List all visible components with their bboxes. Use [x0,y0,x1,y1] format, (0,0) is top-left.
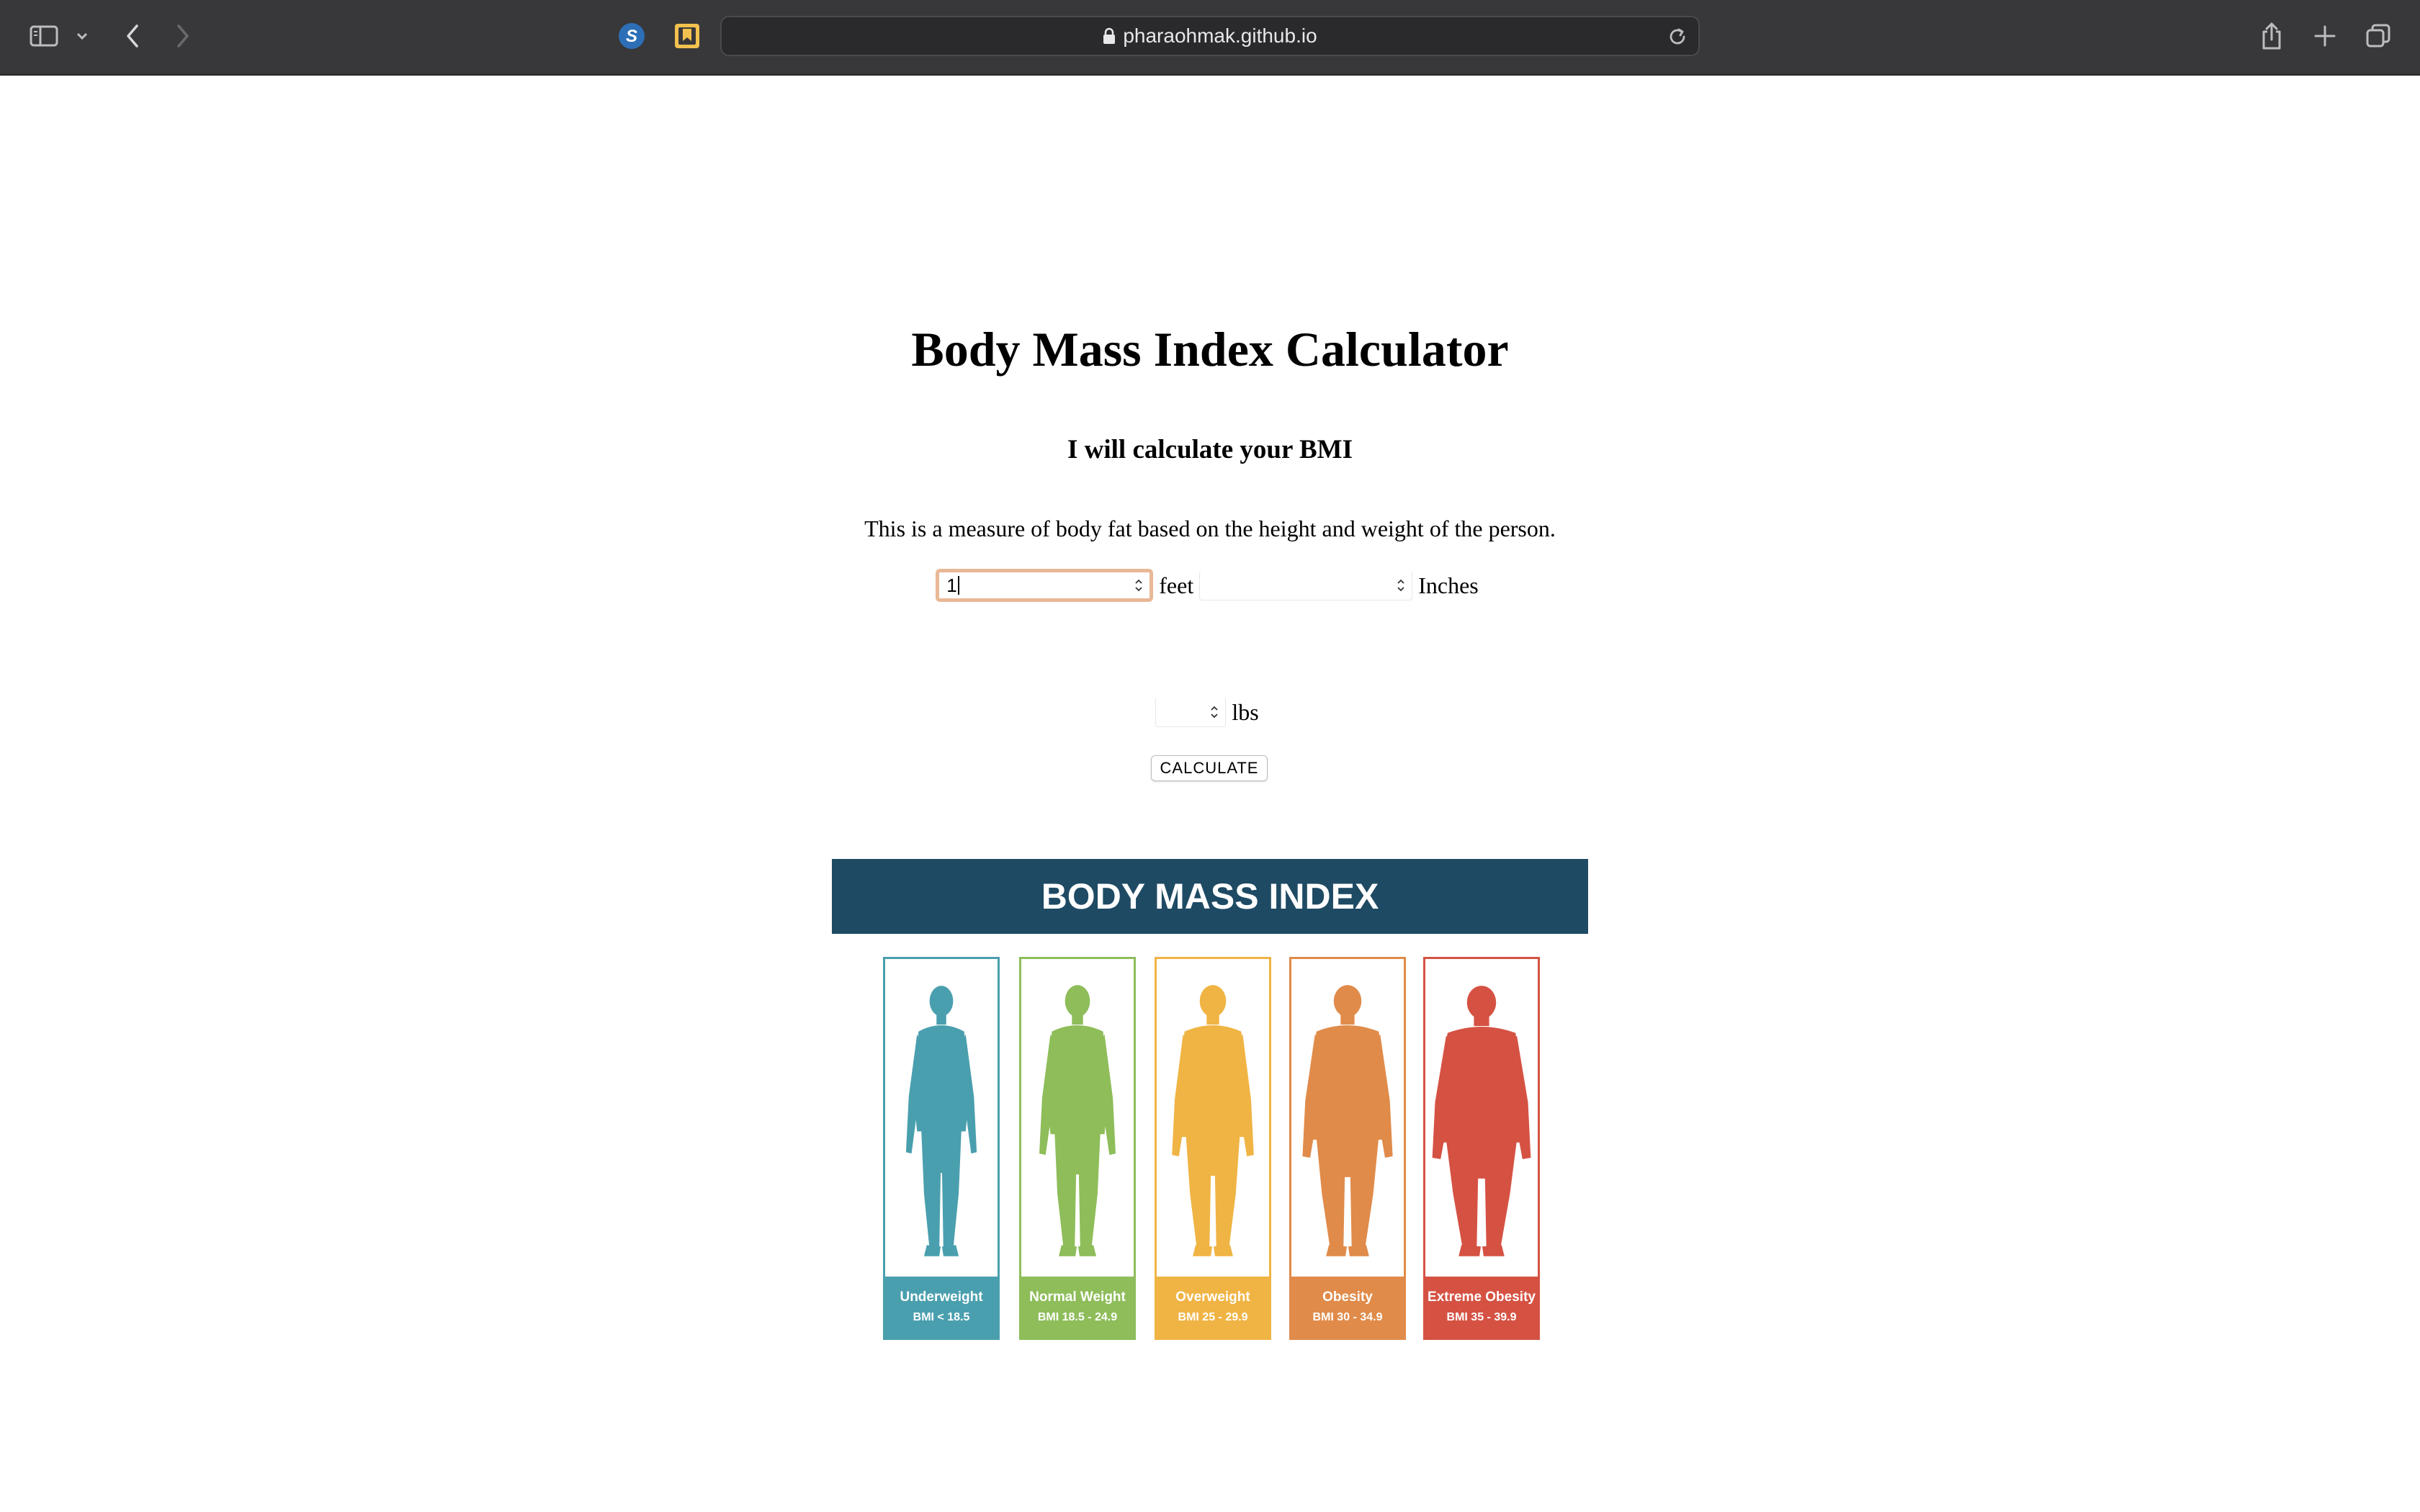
bmi-category-range: BMI 35 - 39.9 [1446,1311,1517,1323]
height-row: 1 feet Inches [0,565,2420,606]
extension-s-icon[interactable]: S [617,22,646,50]
bmi-card-normal-weight: Normal Weight BMI 18.5 - 24.9 [1019,957,1136,1340]
weight-row: lbs [0,695,2420,729]
bmi-card-underweight: Underweight BMI < 18.5 [883,957,1000,1340]
forward-icon[interactable] [170,22,196,50]
text-cursor [957,576,959,595]
bmi-category-name: Overweight [1175,1290,1250,1305]
bmi-category-name: Obesity [1322,1290,1373,1305]
page-content: Body Mass Index Calculator I will calcul… [0,77,2420,1512]
bmi-card-label: Obesity BMI 30 - 34.9 [1289,1277,1406,1340]
new-tab-icon[interactable] [2311,22,2339,50]
tabs-overview-icon[interactable] [2364,22,2393,50]
bmi-card-overweight: Overweight BMI 25 - 29.9 [1155,957,1271,1340]
inches-label: Inches [1418,572,1479,598]
chevron-down-icon[interactable] [73,27,91,45]
overweight-figure-icon [1172,985,1254,1256]
svg-text:S: S [626,27,637,46]
feet-input-value: 1 [946,574,957,596]
bmi-category-range: BMI 25 - 29.9 [1178,1311,1248,1323]
address-bar[interactable]: pharaohmak.github.io [720,16,1700,56]
share-icon[interactable] [2257,20,2286,52]
bmi-category-range: BMI 30 - 34.9 [1312,1311,1383,1323]
bmi-category-name: Normal Weight [1029,1290,1126,1305]
url-text: pharaohmak.github.io [1123,24,1317,47]
feet-input[interactable]: 1 [936,569,1154,602]
weight-label: lbs [1232,698,1259,725]
calculate-button[interactable]: CALCULATE [1151,755,1268,781]
bmi-banner: BODY MASS INDEX [832,859,1588,934]
page-title: Body Mass Index Calculator [911,322,1509,377]
bookmark-icon[interactable] [673,22,702,50]
underweight-figure-icon [905,986,977,1256]
stepper-icon[interactable] [1396,577,1406,593]
bmi-category-name: Underweight [900,1290,983,1305]
extreme-obesity-figure-icon [1432,986,1531,1256]
bmi-card-label: Normal Weight BMI 18.5 - 24.9 [1019,1277,1136,1340]
normal-weight-figure-icon [1039,985,1116,1256]
sidebar-icon[interactable] [27,22,60,50]
feet-label: feet [1159,572,1194,598]
bmi-card-obesity: Obesity BMI 30 - 34.9 [1289,957,1406,1340]
page-description: This is a measure of body fat based on t… [864,516,1556,541]
bmi-card-label: Extreme Obesity BMI 35 - 39.9 [1423,1277,1540,1340]
stepper-icon[interactable] [1134,577,1144,593]
back-icon[interactable] [120,22,145,50]
inches-input[interactable] [1199,570,1413,600]
bmi-card-extreme-obesity: Extreme Obesity BMI 35 - 39.9 [1423,957,1540,1340]
obesity-figure-icon [1302,985,1393,1256]
bmi-card-label: Overweight BMI 25 - 29.9 [1155,1277,1271,1340]
weight-input[interactable] [1155,697,1227,727]
bmi-category-name: Extreme Obesity [1428,1290,1536,1305]
lock-icon [1103,27,1116,45]
bmi-card-label: Underweight BMI < 18.5 [883,1277,1000,1340]
reload-icon[interactable] [1667,26,1688,51]
bmi-category-range: BMI 18.5 - 24.9 [1037,1311,1118,1323]
stepper-icon[interactable] [1209,704,1219,720]
bmi-category-range: BMI < 18.5 [913,1311,970,1323]
page-subtitle: I will calculate your BMI [1067,435,1353,464]
browser-toolbar: S pharaohmak.github.io [0,0,2420,76]
